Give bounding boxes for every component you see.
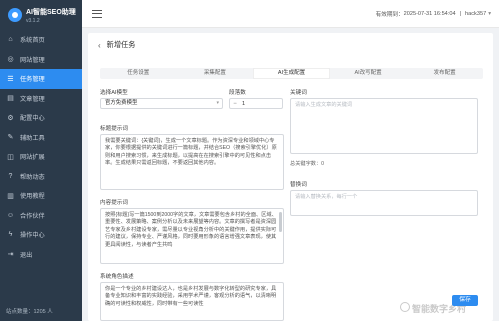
expiry-date: 2025-07-31 16:54:04 <box>403 10 456 17</box>
replace-textarea[interactable]: 请输入替换关系，每行一个 <box>290 190 478 216</box>
help-icon: ? <box>8 172 13 180</box>
sidebar-item[interactable]: ? 帮助动态 <box>0 167 82 187</box>
back-arrow-icon[interactable]: ‹ <box>98 41 101 50</box>
logout-icon: ⇥ <box>7 251 14 259</box>
model-label: 选择AI模型 <box>100 90 128 96</box>
people-icon: ☺ <box>6 211 15 219</box>
replace-label: 替换词 <box>290 182 307 188</box>
scrollbar[interactable] <box>279 212 282 232</box>
keyword-label: 关键词 <box>290 90 307 96</box>
task-icon: ☰ <box>7 75 14 83</box>
watermark-icon <box>400 302 410 312</box>
content-prompt-textarea[interactable]: 按照{标题}写一篇1500到2000字的文章，文章需要包含乡村的全面、区域、重要… <box>100 208 284 264</box>
sidebar-item-label: 系统首页 <box>20 37 45 45</box>
divider: | <box>459 10 462 17</box>
logo-icon <box>8 8 22 22</box>
save-button[interactable]: 保存 <box>452 295 478 306</box>
sidebar-item-label: 使用教程 <box>20 193 45 201</box>
chevron-down-icon[interactable]: ▾ <box>488 11 491 17</box>
sidebar-item[interactable]: ☰ 任务管理 <box>0 69 82 89</box>
sidebar-item[interactable]: ⇥ 退出 <box>0 245 82 265</box>
page-title: 新增任务 <box>106 40 136 49</box>
sidebar-item[interactable]: ⚙ 配置中心 <box>0 108 82 128</box>
sidebar-item-label: 操作中心 <box>20 232 45 240</box>
app-title: AI智能SEO助理 <box>26 8 76 16</box>
sidebar-item[interactable]: ▤ 文章管理 <box>0 89 82 109</box>
tab[interactable]: AI生成配置 <box>253 68 330 79</box>
sidebar-item-label: 配置中心 <box>20 115 45 123</box>
content-prompt-label: 内容提示词 <box>100 200 128 206</box>
tab[interactable]: 采集配置 <box>177 68 254 79</box>
sidebar-item-label: 文章管理 <box>20 95 45 103</box>
puzzle-icon: ◫ <box>7 153 14 161</box>
sidebar-item[interactable]: ϟ 操作中心 <box>0 225 82 245</box>
globe-icon: ◎ <box>7 56 14 64</box>
sidebar-nav: ⌂ 系统首页 ◎ 网站管理 ☰ 任务管理 ▤ 文章管理 ⚙ 配置中心 ✎ 辅助工具 ◫ 网站扩展? 帮助动态… <box>0 30 82 264</box>
top-bar: 有效期到： 2025-07-31 16:54:04 | hack357 ▾ <box>82 0 499 28</box>
sidebar-item-label: 网站扩展 <box>20 154 45 162</box>
keyword-textarea[interactable]: 请输入生成文章的关键词 <box>290 98 478 154</box>
system-prompt-label: 系统角色描述 <box>100 274 134 280</box>
tab[interactable]: 任务设置 <box>100 68 177 79</box>
sidebar-item[interactable]: ⌂ 系统首页 <box>0 30 82 50</box>
sidebar-item[interactable]: ▥ 使用教程 <box>0 186 82 206</box>
sidebar-item-label: 网站管理 <box>20 56 45 64</box>
app-logo: AI智能SEO助理 v3.1.2 <box>0 0 82 30</box>
home-icon: ⌂ <box>8 36 13 44</box>
sidebar-item-label: 任务管理 <box>20 76 45 84</box>
username[interactable]: hack357 <box>465 11 486 17</box>
menu-toggle-icon[interactable] <box>92 9 102 18</box>
keyword-count: 总关键字数：0 <box>290 161 325 167</box>
tab[interactable]: AI改写配置 <box>330 68 407 79</box>
chevron-down-icon: ▾ <box>216 100 219 106</box>
app-version: v3.1.2 <box>26 17 40 24</box>
sidebar-item-label: 帮助动态 <box>20 173 45 181</box>
gear-icon: ⚙ <box>7 114 14 122</box>
tab[interactable]: 发布配置 <box>406 68 483 79</box>
config-tabs: 任务设置 采集配置 AI生成配置 AI改写配置 发布配置 <box>100 68 483 79</box>
chapters-stepper[interactable]: − 1 <box>229 98 283 109</box>
sidebar-item-label: 退出 <box>20 251 33 259</box>
sidebar: AI智能SEO助理 v3.1.2 ⌂ 系统首页 ◎ 网站管理 ☰ 任务管理 ▤ 文章管理 ⚙ 配置… <box>0 0 82 321</box>
sidebar-item[interactable]: ◫ 网站扩展 <box>0 147 82 167</box>
minus-icon[interactable]: − <box>230 101 240 107</box>
chapters-label: 段落数 <box>229 90 246 96</box>
sidebar-item-label: 辅助工具 <box>20 134 45 142</box>
sidebar-item[interactable]: ✎ 辅助工具 <box>0 128 82 148</box>
book-icon: ▥ <box>7 192 14 200</box>
model-select[interactable]: 官方免费模型 ▾ <box>100 98 223 109</box>
sidebar-item[interactable]: ☺ 合作伙伴 <box>0 206 82 226</box>
chapters-value[interactable]: 1 <box>240 101 282 107</box>
system-prompt-textarea[interactable]: 你是一个专业的乡村建设达人，也是乡村发展与数字化转型的研究专家，具备专业知识和丰… <box>100 282 284 321</box>
sidebar-item-label: 合作伙伴 <box>20 212 45 220</box>
sidebar-item[interactable]: ◎ 网站管理 <box>0 50 82 70</box>
tool-icon: ✎ <box>7 134 14 142</box>
expiry-label: 有效期到： <box>375 11 404 18</box>
bolt-icon: ϟ <box>8 231 13 239</box>
title-prompt-label: 标题提示词 <box>100 126 128 132</box>
model-select-value: 官方免费模型 <box>105 100 138 106</box>
document-icon: ▤ <box>7 95 14 103</box>
sidebar-footer: 站点数量：1205 人 <box>6 309 53 315</box>
title-prompt-textarea[interactable]: 我需要关键词：{关键词}，生成一个文章标题。作为资深专业和领域中心专家，你要根据… <box>100 134 284 190</box>
